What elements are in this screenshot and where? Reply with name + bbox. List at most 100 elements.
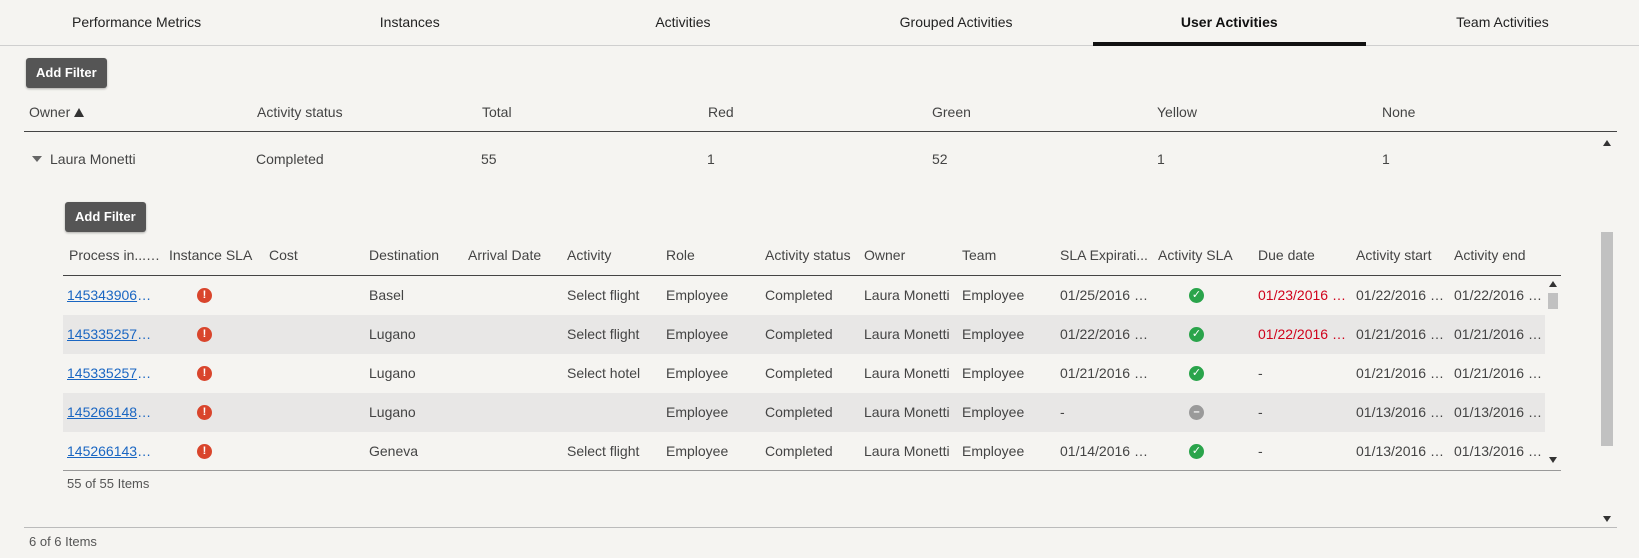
activity-cell: Select flight bbox=[567, 287, 640, 303]
outer-item-count: 6 of 6 Items bbox=[29, 534, 97, 549]
outer-grid-header: Owner Activity status Total Red Green Ye… bbox=[24, 98, 1617, 132]
column-header-arrival-date[interactable]: Arrival Date bbox=[468, 240, 560, 270]
role-cell: Employee bbox=[666, 287, 729, 303]
no-status-icon: – bbox=[1189, 405, 1204, 420]
sla-expiration-cell: - bbox=[1060, 404, 1065, 420]
process-instance-link[interactable]: 14534390618... bbox=[67, 276, 155, 315]
column-header-activity[interactable]: Activity bbox=[567, 240, 659, 270]
tab-team-activities[interactable]: Team Activities bbox=[1366, 0, 1639, 45]
role-cell: Employee bbox=[666, 404, 729, 420]
due-date-cell: 01/23/2016 1... bbox=[1258, 287, 1346, 303]
column-header-owner[interactable]: Owner bbox=[29, 98, 85, 126]
inner-item-count: 55 of 55 Items bbox=[67, 476, 150, 491]
activity-start-cell: 01/13/2016 0... bbox=[1356, 404, 1444, 420]
team-cell: Employee bbox=[962, 287, 1025, 303]
tab-grouped-activities[interactable]: Grouped Activities bbox=[820, 0, 1093, 45]
table-row[interactable]: 14534390618...! Basel Select flight Employe… bbox=[63, 276, 1545, 315]
activity-cell: Select flight bbox=[567, 443, 640, 459]
column-header-red[interactable]: Red bbox=[708, 98, 734, 126]
column-header-none[interactable]: None bbox=[1382, 98, 1415, 126]
activity-status-cell: Completed bbox=[765, 365, 833, 381]
table-row[interactable]: 14526614319...! Geneva Select flight Employ… bbox=[63, 432, 1545, 471]
owner-cell: Laura Monetti bbox=[864, 287, 950, 303]
tab-instances[interactable]: Instances bbox=[273, 0, 546, 45]
column-header-activity-status[interactable]: Activity status bbox=[765, 240, 859, 270]
column-header-owner[interactable]: Owner bbox=[864, 240, 956, 270]
process-instance-link[interactable]: 14526614319... bbox=[67, 432, 155, 471]
sort-ascending-icon bbox=[74, 108, 85, 117]
column-header-activity-start[interactable]: Activity start bbox=[1356, 240, 1448, 270]
yellow-cell: 1 bbox=[1157, 151, 1165, 167]
scroll-down-arrow-icon[interactable] bbox=[1549, 457, 1557, 463]
column-header-activity-status[interactable]: Activity status bbox=[257, 98, 343, 126]
activity-cell: Select flight bbox=[567, 326, 640, 342]
column-header-process-instance[interactable]: Process in... bbox=[69, 240, 161, 270]
sla-expiration-cell: 01/14/2016 0... bbox=[1060, 443, 1148, 459]
table-row[interactable]: 14533525786...! Lugano Select flight Employ… bbox=[63, 315, 1545, 354]
owner-cell: Laura Monetti bbox=[864, 326, 950, 342]
tab-performance-metrics[interactable]: Performance Metrics bbox=[0, 0, 273, 45]
process-instance-link[interactable]: 14526614864... bbox=[67, 393, 155, 432]
table-row[interactable]: 14526614864...! Lugano Employee Completed La… bbox=[63, 393, 1545, 432]
sla-expiration-cell: 01/22/2016 0... bbox=[1060, 326, 1148, 342]
activity-end-cell: 01/13/2016 0... bbox=[1454, 443, 1542, 459]
destination-cell: Lugano bbox=[369, 326, 416, 342]
column-header-label: Process in... bbox=[69, 247, 147, 263]
activity-start-cell: 01/22/2016 1... bbox=[1356, 287, 1444, 303]
due-date-cell: 01/22/2016 1... bbox=[1258, 326, 1346, 342]
column-header-yellow[interactable]: Yellow bbox=[1157, 98, 1197, 126]
column-header-green[interactable]: Green bbox=[932, 98, 971, 126]
column-header-total[interactable]: Total bbox=[482, 98, 512, 126]
outer-group-row[interactable]: Laura Monetti Completed 55 1 52 1 1 bbox=[24, 145, 1594, 175]
due-date-cell: - bbox=[1258, 404, 1263, 420]
activity-status-cell: Completed bbox=[765, 443, 833, 459]
sla-expiration-cell: 01/21/2016 0... bbox=[1060, 365, 1148, 381]
owner-cell: Laura Monetti bbox=[864, 443, 950, 459]
scroll-down-arrow-icon[interactable] bbox=[1603, 516, 1611, 522]
tab-user-activities[interactable]: User Activities bbox=[1092, 0, 1367, 46]
inner-add-filter-button[interactable]: Add Filter bbox=[65, 202, 146, 232]
scroll-up-arrow-icon[interactable] bbox=[1603, 140, 1611, 146]
scrollbar-thumb[interactable] bbox=[1548, 293, 1558, 309]
activity-start-cell: 01/13/2016 0... bbox=[1356, 443, 1444, 459]
activity-status-cell: Completed bbox=[765, 326, 833, 342]
column-header-label: Owner bbox=[29, 104, 71, 120]
column-header-team[interactable]: Team bbox=[962, 240, 1054, 270]
collapse-caret-icon[interactable] bbox=[32, 156, 42, 162]
team-cell: Employee bbox=[962, 404, 1025, 420]
inner-grid-header: Process in... Instance SLA Cost Destinat… bbox=[63, 240, 1561, 276]
scroll-up-arrow-icon[interactable] bbox=[1549, 281, 1557, 287]
team-cell: Employee bbox=[962, 443, 1025, 459]
due-date-cell: - bbox=[1258, 443, 1263, 459]
column-header-activity-sla[interactable]: Activity SLA bbox=[1158, 240, 1250, 270]
check-status-icon: ✓ bbox=[1189, 444, 1204, 459]
destination-cell: Lugano bbox=[369, 365, 416, 381]
process-instance-link[interactable]: 14533525786... bbox=[67, 354, 155, 393]
column-header-destination[interactable]: Destination bbox=[369, 240, 461, 270]
outer-scrollbar[interactable] bbox=[1600, 138, 1614, 526]
add-filter-button[interactable]: Add Filter bbox=[26, 58, 107, 88]
column-header-sla-expiration[interactable]: SLA Expirati... bbox=[1060, 240, 1152, 270]
destination-cell: Lugano bbox=[369, 404, 416, 420]
status-cell: Completed bbox=[256, 151, 324, 167]
process-instance-link[interactable]: 14533525786... bbox=[67, 315, 155, 354]
error-status-icon: ! bbox=[197, 444, 212, 459]
activity-end-cell: 01/21/2016 0... bbox=[1454, 326, 1542, 342]
check-status-icon: ✓ bbox=[1189, 366, 1204, 381]
none-cell: 1 bbox=[1382, 151, 1390, 167]
error-status-icon: ! bbox=[197, 405, 212, 420]
column-header-cost[interactable]: Cost bbox=[269, 240, 361, 270]
error-status-icon: ! bbox=[197, 366, 212, 381]
column-header-activity-end[interactable]: Activity end bbox=[1454, 240, 1546, 270]
column-header-instance-sla[interactable]: Instance SLA bbox=[169, 240, 261, 270]
activity-end-cell: 01/13/2016 0... bbox=[1454, 404, 1542, 420]
table-row[interactable]: 14533525786...! Lugano Select hotel Employe… bbox=[63, 354, 1545, 393]
scrollbar-thumb[interactable] bbox=[1601, 232, 1613, 446]
column-header-role[interactable]: Role bbox=[666, 240, 758, 270]
tab-activities[interactable]: Activities bbox=[546, 0, 819, 45]
inner-scrollbar[interactable] bbox=[1546, 276, 1560, 471]
team-cell: Employee bbox=[962, 365, 1025, 381]
owner-cell: Laura Monetti bbox=[864, 404, 950, 420]
activity-status-cell: Completed bbox=[765, 404, 833, 420]
column-header-due-date[interactable]: Due date bbox=[1258, 240, 1350, 270]
